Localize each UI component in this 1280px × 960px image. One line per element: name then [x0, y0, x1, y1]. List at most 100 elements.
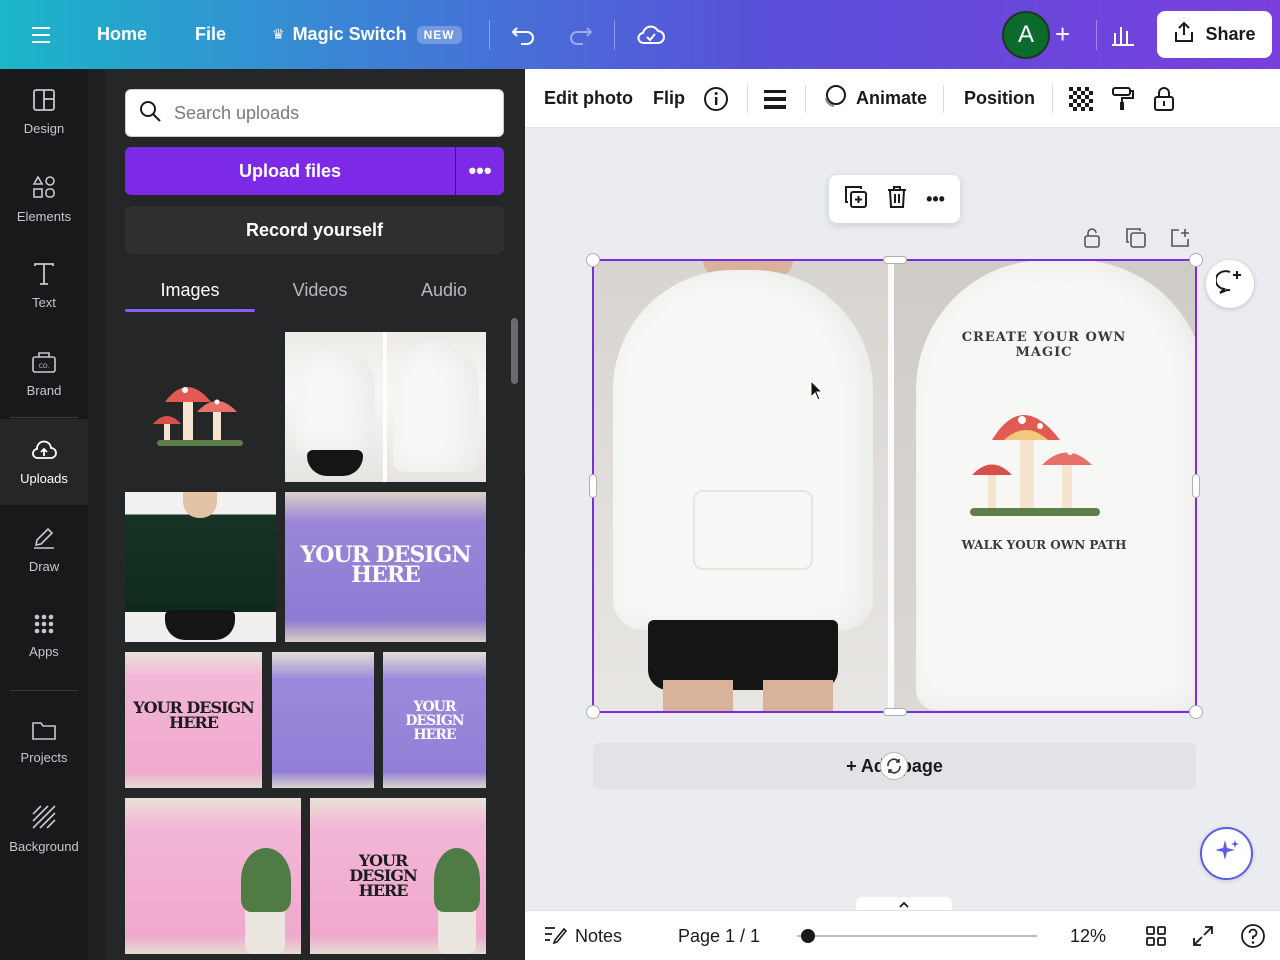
rail-item-uploads[interactable]: Uploads [0, 419, 88, 505]
flip-button[interactable]: Flip [653, 69, 685, 128]
rail-item-background[interactable]: Background [0, 786, 88, 872]
left-rail: Design Elements Text CO. Brand Uploads D… [0, 69, 88, 960]
search-input[interactable] [174, 102, 474, 124]
brand-icon: CO. [31, 350, 57, 377]
mushroom-graphic [970, 415, 1100, 516]
hoodie-back-photo[interactable]: CREATE YOUR OWN MAGIC WALK YOUR OWN PATH [894, 260, 1196, 712]
sparkle-icon [1213, 837, 1241, 870]
tab-videos[interactable]: Videos [255, 270, 385, 310]
resize-handle-right[interactable] [1192, 474, 1200, 498]
upload-thumb-pink-tee-back[interactable]: YOUR DESIGN HERE [125, 652, 262, 788]
add-collaborator-icon[interactable]: + [1055, 0, 1070, 69]
notes-button[interactable]: Notes [543, 911, 622, 960]
notes-label: Notes [575, 925, 623, 946]
resize-handle-top[interactable] [883, 256, 907, 264]
upload-thumb-lavender-tee-front[interactable] [272, 652, 374, 788]
upload-files-button[interactable]: Upload files [125, 147, 455, 195]
cloud-check-icon[interactable] [636, 0, 666, 69]
undo-icon[interactable] [511, 0, 537, 69]
lock-icon[interactable] [1153, 69, 1175, 128]
upload-more-button[interactable]: ••• [456, 147, 504, 195]
thumb-text: YOUR DESIGN HERE [300, 541, 472, 588]
rail-label: Brand [26, 383, 62, 398]
text-icon [33, 262, 55, 289]
edit-photo-button[interactable]: Edit photo [544, 69, 633, 128]
upload-thumb-pink-tee-design[interactable]: YOUR DESIGN HERE [310, 798, 486, 954]
avatar[interactable]: A [1002, 11, 1050, 59]
upload-thumb-purple-tee[interactable]: YOUR DESIGN HERE [285, 492, 486, 642]
upload-thumb-white-hoodie-pair[interactable] [285, 332, 486, 482]
resize-handle-bottom-right[interactable] [1189, 705, 1203, 719]
more-dots-icon: ••• [468, 158, 492, 183]
rail-label: Apps [29, 644, 59, 659]
hoodie-front-photo[interactable] [593, 260, 888, 712]
resize-handle-left[interactable] [589, 474, 597, 498]
share-icon [1173, 21, 1195, 48]
rail-item-projects[interactable]: Projects [0, 699, 88, 785]
rotate-icon[interactable] [880, 752, 908, 780]
animate-button[interactable]: Animate [822, 69, 927, 128]
pen-icon [31, 524, 57, 553]
border-style-icon[interactable] [763, 69, 787, 128]
upload-thumb-pink-tee-plant[interactable] [125, 798, 301, 954]
panel-scrollbar[interactable] [511, 318, 518, 384]
more-dots-icon[interactable]: ••• [926, 189, 945, 210]
position-button[interactable]: Position [964, 69, 1035, 128]
magic-switch-button[interactable]: ♛ Magic Switch NEW [272, 0, 462, 69]
menu-icon[interactable] [30, 0, 54, 69]
rail-item-text[interactable]: Text [0, 243, 88, 329]
tab-audio[interactable]: Audio [380, 270, 508, 310]
divider [1096, 20, 1097, 50]
add-page-icon[interactable] [1167, 225, 1193, 251]
duplicate-page-icon[interactable] [1123, 225, 1149, 251]
trash-icon[interactable] [886, 185, 908, 214]
share-button[interactable]: Share [1157, 11, 1272, 58]
fullscreen-icon[interactable] [1192, 911, 1214, 960]
resize-handle-bottom[interactable] [883, 708, 907, 716]
record-yourself-button[interactable]: Record yourself [125, 206, 504, 254]
rail-item-design[interactable]: Design [0, 69, 88, 155]
animate-label: Animate [856, 88, 928, 108]
rail-label: Draw [28, 559, 60, 574]
resize-handle-top-left[interactable] [586, 253, 600, 267]
upload-thumb-mushroom-graphic[interactable] [125, 332, 275, 482]
mouse-cursor-icon [810, 379, 824, 407]
hatch-icon [31, 804, 57, 833]
add-comment-button[interactable] [1206, 260, 1254, 308]
analytics-icon[interactable] [1111, 0, 1135, 69]
file-menu-button[interactable]: File [195, 0, 226, 69]
divider [489, 20, 490, 50]
help-icon[interactable] [1240, 911, 1266, 960]
rail-item-elements[interactable]: Elements [0, 156, 88, 242]
graphic-bottom-text: WALK YOUR OWN PATH [961, 538, 1127, 552]
paint-roller-icon[interactable] [1111, 69, 1135, 128]
tab-images[interactable]: Images [125, 270, 255, 310]
home-button[interactable]: Home [97, 0, 147, 69]
rail-label: Design [23, 121, 65, 136]
grid-view-icon[interactable] [1145, 911, 1167, 960]
zoom-level[interactable]: 12% [1070, 911, 1106, 960]
svg-text:CO.: CO. [39, 363, 50, 370]
page-indicator[interactable]: Page 1 / 1 [678, 911, 760, 960]
duplicate-icon[interactable] [844, 185, 868, 214]
rail-item-brand[interactable]: CO. Brand [0, 331, 88, 417]
lock-page-icon[interactable] [1079, 225, 1105, 251]
zoom-slider-handle[interactable] [801, 929, 815, 943]
resize-handle-bottom-left[interactable] [586, 705, 600, 719]
rail-item-draw[interactable]: Draw [0, 506, 88, 592]
magic-assistant-button[interactable] [1200, 827, 1253, 880]
zoom-slider-track[interactable] [797, 935, 1037, 937]
rail-item-apps[interactable]: Apps [0, 593, 88, 679]
search-box[interactable] [125, 89, 504, 137]
resize-handle-top-right[interactable] [1189, 253, 1203, 267]
grid-icon [33, 613, 55, 638]
redo-icon[interactable] [567, 0, 593, 69]
upload-thumb-lavender-tee-back[interactable]: YOUR DESIGN HERE [383, 652, 486, 788]
upload-thumb-green-sweatshirt[interactable] [125, 492, 276, 642]
crown-icon: ♛ [272, 26, 285, 42]
divider [943, 85, 944, 113]
info-icon[interactable] [703, 69, 729, 128]
notes-icon [543, 924, 568, 949]
design-page[interactable]: CREATE YOUR OWN MAGIC WALK YOUR OWN PATH [593, 260, 1196, 712]
transparency-icon[interactable] [1069, 69, 1093, 128]
